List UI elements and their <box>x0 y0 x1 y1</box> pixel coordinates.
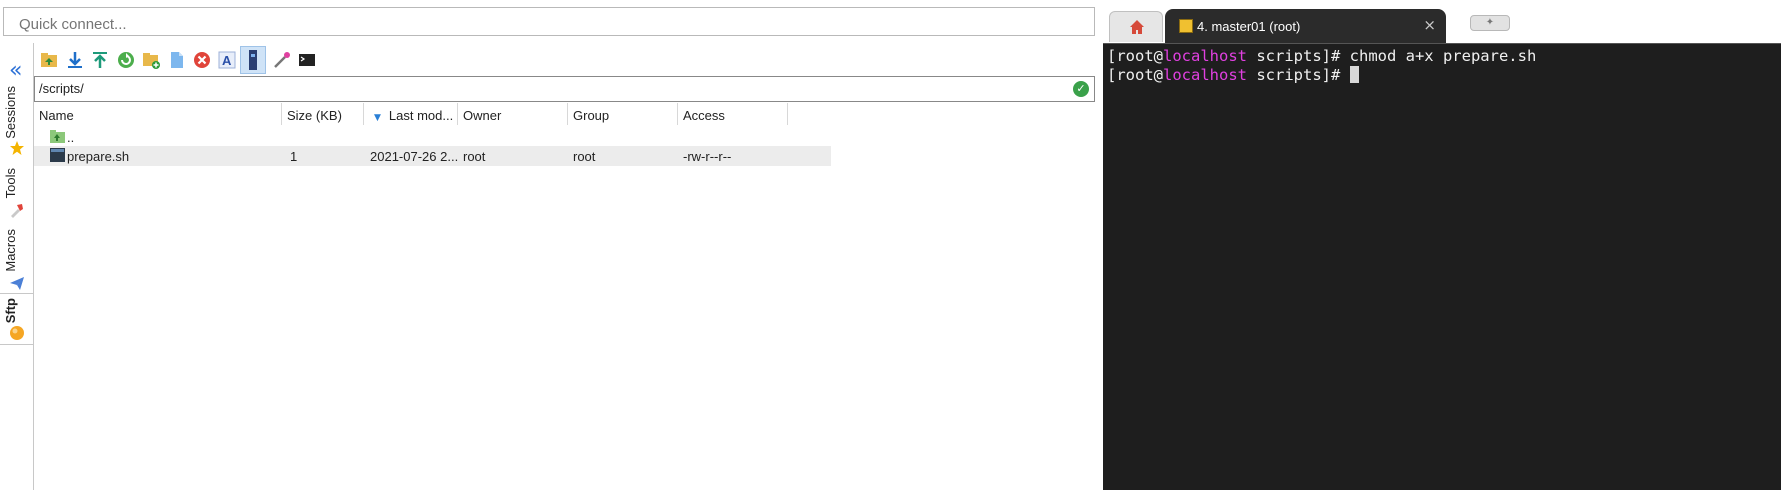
table-row[interactable]: prepare.sh 1 2021-07-26 2... root root -… <box>34 146 831 166</box>
row-size: 1 <box>290 149 298 164</box>
row-access: -rw-r--r-- <box>683 149 732 164</box>
column-access-label: Access <box>683 108 725 123</box>
prompt-host: localhost <box>1163 47 1247 65</box>
chevrons-left-icon[interactable]: « <box>9 60 22 82</box>
tab-macros[interactable]: Macros <box>0 226 34 296</box>
download-icon[interactable] <box>65 50 85 70</box>
parent-folder-icon[interactable] <box>39 50 59 70</box>
column-modified-label: Last mod... <box>388 108 454 123</box>
column-group-label: Group <box>573 108 610 123</box>
path-ok-icon[interactable]: ✓ <box>1073 81 1089 97</box>
sftp-path-text: /scripts/ <box>39 81 84 96</box>
sftp-panel: A /scripts/ ✓ Name Size (KB) ▼ Last mod..… <box>34 43 1095 490</box>
rename-icon[interactable]: A <box>217 50 237 70</box>
column-owner[interactable]: Owner <box>458 103 568 125</box>
terminal-output[interactable]: [root@localhost scripts]# chmod a+x prep… <box>1103 43 1781 490</box>
wand-icon[interactable] <box>272 50 292 70</box>
close-icon[interactable]: × <box>1423 16 1436 34</box>
terminal-icon[interactable] <box>297 50 317 70</box>
quick-connect-input[interactable] <box>3 7 1095 36</box>
column-name-label: Name <box>39 108 74 123</box>
upload-icon[interactable] <box>90 50 110 70</box>
prompt-command: scripts]# <box>1247 66 1350 84</box>
prompt-prefix: [root@ <box>1107 47 1163 65</box>
parent-folder-icon <box>50 130 65 143</box>
sort-desc-icon: ▼ <box>374 113 381 123</box>
tab-macros-label: Macros <box>3 229 18 272</box>
new-file-icon[interactable] <box>167 50 187 70</box>
terminal-line: [root@localhost scripts]# <box>1107 66 1359 84</box>
column-name[interactable]: Name <box>34 103 282 125</box>
follow-terminal-toggle[interactable] <box>240 46 266 74</box>
row-owner: root <box>463 149 486 164</box>
svg-text:A: A <box>222 53 232 68</box>
column-group[interactable]: Group <box>568 103 678 125</box>
column-access[interactable]: Access <box>678 103 788 125</box>
delete-icon[interactable] <box>192 50 212 70</box>
sftp-orb-icon <box>10 326 24 340</box>
row-modified: 2021-07-26 2... <box>370 149 459 164</box>
terminal-tabstrip: 4. master01 (root) × ✦ <box>1101 0 1781 43</box>
tab-tools-label: Tools <box>3 168 18 199</box>
table-row[interactable]: .. <box>34 127 831 147</box>
tab-session-master01[interactable]: 4. master01 (root) × <box>1165 9 1446 43</box>
tab-tools[interactable]: Tools <box>0 165 34 223</box>
sftp-toolbar: A <box>34 43 1095 76</box>
row-name: prepare.sh <box>67 149 130 164</box>
tab-sftp[interactable]: Sftp <box>0 293 34 345</box>
session-terminal-icon <box>1179 19 1193 33</box>
refresh-icon[interactable] <box>116 50 136 70</box>
follow-terminal-icon <box>249 50 257 70</box>
new-tab-button[interactable]: ✦ <box>1470 15 1510 31</box>
star-icon <box>10 141 24 155</box>
tab-sessions-label: Sessions <box>3 86 18 139</box>
tab-sessions[interactable]: Sessions <box>0 83 34 163</box>
column-size-label: Size (KB) <box>287 108 342 123</box>
row-name: .. <box>67 130 75 145</box>
paper-plane-icon <box>10 277 24 290</box>
tab-title: 4. master01 (root) <box>1197 19 1301 34</box>
vertical-sidebar: « Sessions Tools Macros Sftp <box>0 43 34 490</box>
terminal-line: [root@localhost scripts]# chmod a+x prep… <box>1107 47 1536 65</box>
tools-icon <box>11 204 23 218</box>
row-group: root <box>573 149 596 164</box>
home-icon <box>1130 20 1144 34</box>
column-modified[interactable]: ▼ Last mod... <box>364 103 458 125</box>
sftp-path-input[interactable]: /scripts/ ✓ <box>34 76 1095 102</box>
file-table-header: Name Size (KB) ▼ Last mod... Owner Group … <box>34 103 1095 125</box>
column-size[interactable]: Size (KB) <box>282 103 364 125</box>
prompt-host: localhost <box>1163 66 1247 84</box>
column-owner-label: Owner <box>463 108 502 123</box>
tab-sftp-label: Sftp <box>3 298 18 324</box>
script-file-icon <box>50 148 65 162</box>
new-folder-icon[interactable] <box>141 50 161 70</box>
terminal-cursor <box>1349 66 1359 83</box>
prompt-prefix: [root@ <box>1107 66 1163 84</box>
panel-separator[interactable] <box>1095 0 1103 490</box>
prompt-command: scripts]# chmod a+x prepare.sh <box>1247 47 1537 65</box>
home-tab[interactable] <box>1109 11 1163 42</box>
